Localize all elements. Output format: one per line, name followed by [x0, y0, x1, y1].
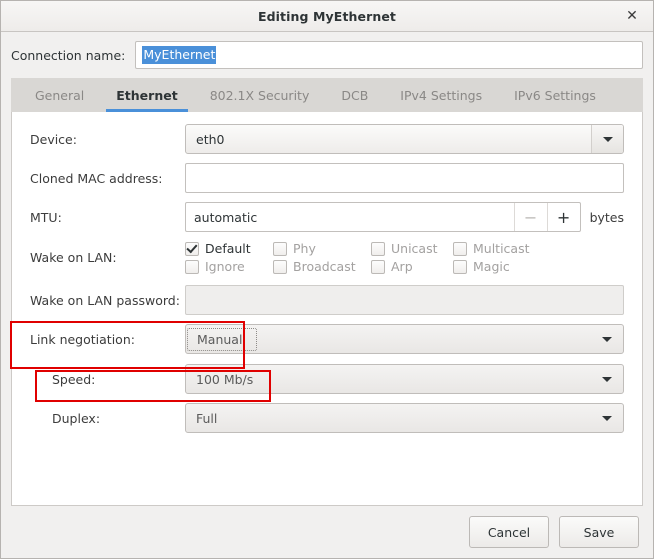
title-bar: Editing MyEthernet ✕ — [1, 1, 653, 32]
mtu-increment-button[interactable]: + — [546, 203, 580, 231]
chevron-down-icon — [591, 404, 623, 432]
device-row: Device: eth0 — [12, 124, 642, 154]
wol-checkbox-magic[interactable]: Magic — [453, 259, 624, 274]
checkbox-icon — [273, 259, 287, 274]
speed-label: Speed: — [52, 371, 96, 387]
speed-row: Speed: 100 Mb/s — [12, 364, 642, 394]
link-negotiation-combobox[interactable]: Manual — [185, 324, 624, 354]
connection-name-value: MyEthernet — [142, 45, 217, 65]
connection-name-input[interactable]: MyEthernet — [135, 41, 643, 69]
checkbox-icon — [185, 241, 199, 256]
mtu-unit-label: bytes — [589, 209, 624, 225]
close-icon[interactable]: ✕ — [621, 5, 643, 27]
cloned-mac-row: Cloned MAC address: — [12, 163, 642, 193]
checkbox-icon — [185, 259, 199, 274]
link-negotiation-value: Manual — [187, 327, 258, 351]
tab-8021x-security[interactable]: 802.1X Security — [194, 78, 326, 112]
speed-combobox[interactable]: 100 Mb/s — [185, 364, 624, 394]
wol-password-input[interactable] — [185, 285, 624, 315]
wake-on-lan-label: Wake on LAN: — [30, 250, 117, 265]
connection-name-row: Connection name: MyEthernet — [1, 32, 653, 78]
ethernet-settings-panel: Device: eth0 Cloned MAC address: MTU: au… — [11, 112, 643, 506]
wol-label-magic: Magic — [473, 259, 510, 274]
duplex-row: Duplex: Full — [12, 403, 642, 433]
wol-checkbox-broadcast[interactable]: Broadcast — [273, 259, 371, 274]
tab-ethernet[interactable]: Ethernet — [100, 78, 193, 112]
cancel-button[interactable]: Cancel — [469, 516, 549, 548]
duplex-value: Full — [196, 410, 218, 426]
mtu-spinner[interactable]: automatic − + — [185, 202, 581, 232]
connection-name-label: Connection name: — [11, 47, 126, 63]
wake-on-lan-row: Wake on LAN: Default Phy Unicast Multica… — [12, 241, 642, 274]
wol-checkbox-phy[interactable]: Phy — [273, 241, 371, 256]
mtu-label: MTU: — [30, 209, 62, 225]
save-button[interactable]: Save — [559, 516, 639, 548]
wol-password-row: Wake on LAN password: — [12, 285, 642, 315]
wol-label-unicast: Unicast — [391, 241, 438, 256]
wol-checkbox-unicast[interactable]: Unicast — [371, 241, 453, 256]
wol-checkbox-multicast[interactable]: Multicast — [453, 241, 624, 256]
mtu-value: automatic — [194, 209, 258, 225]
dialog-footer: Cancel Save — [1, 506, 653, 558]
wol-label-ignore: Ignore — [205, 259, 245, 274]
checkbox-icon — [371, 259, 385, 274]
wol-label-phy: Phy — [293, 241, 316, 256]
cloned-mac-input[interactable] — [185, 163, 624, 193]
mtu-row: MTU: automatic − + bytes — [12, 202, 642, 232]
chevron-down-icon — [591, 325, 623, 353]
wol-checkbox-default[interactable]: Default — [185, 241, 273, 256]
checkbox-icon — [453, 259, 467, 274]
wol-label-default: Default — [205, 241, 251, 256]
wol-password-label: Wake on LAN password: — [30, 292, 180, 308]
checkbox-icon — [273, 241, 287, 256]
tab-general[interactable]: General — [19, 78, 100, 112]
speed-value: 100 Mb/s — [196, 371, 254, 387]
link-negotiation-row: Link negotiation: Manual — [12, 324, 642, 354]
wol-checkbox-ignore[interactable]: Ignore — [185, 259, 273, 274]
chevron-down-icon — [591, 125, 623, 153]
duplex-label: Duplex: — [52, 410, 101, 426]
tab-bar: General Ethernet 802.1X Security DCB IPv… — [11, 78, 643, 112]
editing-connection-dialog: Editing MyEthernet ✕ Connection name: My… — [0, 0, 654, 559]
wol-label-broadcast: Broadcast — [293, 259, 356, 274]
wol-label-arp: Arp — [391, 259, 413, 274]
duplex-combobox[interactable]: Full — [185, 403, 624, 433]
device-combobox[interactable]: eth0 — [185, 124, 624, 154]
device-value: eth0 — [196, 131, 225, 147]
wol-label-multicast: Multicast — [473, 241, 530, 256]
cloned-mac-label: Cloned MAC address: — [30, 170, 163, 186]
tab-ipv6-settings[interactable]: IPv6 Settings — [498, 78, 612, 112]
checkbox-icon — [453, 241, 467, 256]
tab-dcb[interactable]: DCB — [325, 78, 384, 112]
chevron-down-icon — [591, 365, 623, 393]
device-label: Device: — [30, 131, 77, 147]
window-title: Editing MyEthernet — [257, 8, 397, 24]
mtu-decrement-button[interactable]: − — [513, 203, 547, 231]
tab-ipv4-settings[interactable]: IPv4 Settings — [384, 78, 498, 112]
checkbox-icon — [371, 241, 385, 256]
link-negotiation-label: Link negotiation: — [30, 331, 135, 347]
wol-checkbox-arp[interactable]: Arp — [371, 259, 453, 274]
